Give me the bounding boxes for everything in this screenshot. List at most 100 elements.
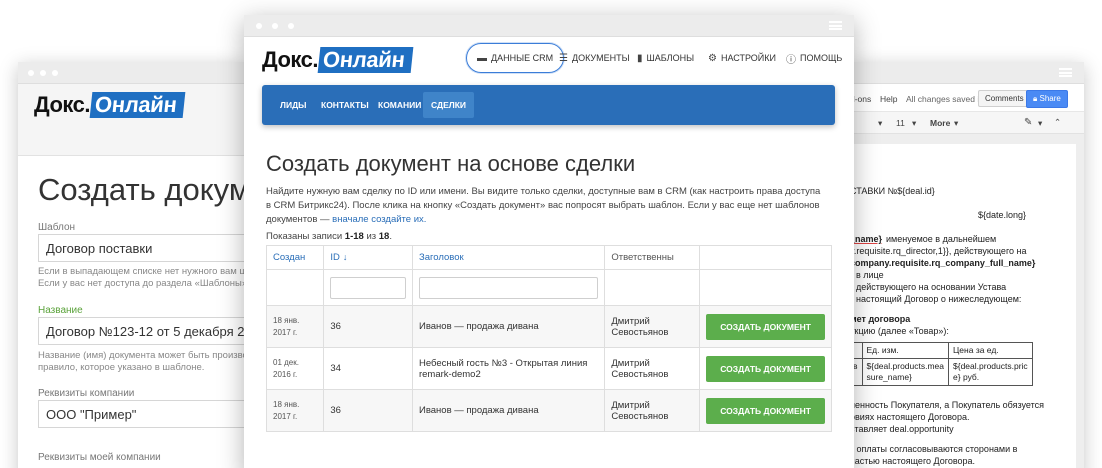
intro-text: Найдите нужную вам сделку по ID или имен…: [266, 185, 826, 227]
table-cell: Ед. изм.: [861, 342, 950, 359]
column-label: ID: [330, 252, 340, 263]
document-canvas: СТАВКИ №${deal.id} ${date.long} _name} и…: [848, 134, 1084, 468]
tab-companies[interactable]: КОМАНИИ: [378, 85, 421, 125]
window-dot: [52, 70, 58, 76]
title-cell: Небесный гость №3 - Открытая линия remar…: [411, 347, 606, 390]
font-size-select[interactable]: 11: [896, 118, 905, 128]
table-cell: [604, 269, 701, 306]
column-actions: [699, 245, 832, 270]
id-filter-input[interactable]: [330, 276, 406, 299]
title-cell: Иванов — продажа дивана: [411, 305, 606, 348]
chevron-down-icon[interactable]: ▾: [954, 118, 958, 129]
nav-label: ПОМОЩЬ: [800, 53, 843, 63]
share-label: Share: [1039, 94, 1061, 103]
logo[interactable]: Докс. Онлайн: [34, 92, 185, 118]
crm-subnav: ЛИДЫ КОНТАКТЫ КОМАНИИ СДЕЛКИ: [262, 85, 835, 125]
chevron-down-icon[interactable]: ▾: [1038, 118, 1042, 129]
pencil-icon[interactable]: ✎: [1024, 117, 1032, 128]
template-help: Если в выпадающем списке нет нужного вам…: [38, 266, 248, 277]
list-icon: ☰: [559, 52, 568, 64]
title-cell: Иванов — продажа дивана: [411, 389, 606, 432]
doc-text: y.requisite.rq_director,1}}, действующег…: [850, 246, 1027, 256]
table-cell: ${deal.products.mea sure_name}: [861, 358, 950, 386]
doc-text: СТАВКИ №${deal.id}: [850, 186, 935, 196]
table-row: 18 янв. 2017 г. 36 Иванов — продажа дива…: [265, 389, 832, 432]
tab-leads[interactable]: ЛИДЫ: [280, 85, 306, 125]
column-title[interactable]: Заголовок: [411, 245, 606, 270]
chevron-down-icon[interactable]: ▾: [912, 118, 916, 129]
name-help: правило, которое указано в шаблоне.: [38, 362, 205, 373]
page-title: Создать докум: [38, 172, 248, 207]
created-cell: 18 янв. 2017 г.: [265, 389, 325, 432]
column-id[interactable]: ID ↓: [323, 245, 413, 270]
name-label: Название: [38, 305, 83, 316]
logo-text: Докс.: [34, 92, 90, 117]
summary-text: Показаны записи: [266, 231, 345, 242]
company-select[interactable]: ООО "Пример": [38, 400, 248, 428]
doc-text: действующего на основании Устава: [856, 282, 1007, 292]
template-select[interactable]: Договор поставки: [38, 234, 248, 262]
summary-text: из: [363, 231, 379, 242]
doc-text: ненность Покупателя, а Покупатель обязуе…: [850, 400, 1045, 410]
menu-icon[interactable]: [829, 21, 842, 30]
nav-help[interactable]: ⓘ ПОМОЩЬ: [786, 43, 842, 73]
nav-templates[interactable]: ▮ ШАБЛОНЫ: [637, 43, 694, 73]
table-row: 18 янв. 2017 г. 36 Иванов — продажа дива…: [265, 305, 832, 348]
tab-contacts[interactable]: КОНТАКТЫ: [321, 85, 369, 125]
docs-menubar: d-ons Help All changes saved i... Commen…: [848, 84, 1084, 112]
name-input[interactable]: Договор №123-12 от 5 декабря 2016: [38, 317, 248, 345]
docs-toolbar: ▾ 11 ▾ More ▾ ✎ ▾ ⌃: [848, 112, 1084, 134]
nav-label: НАСТРОЙКИ: [720, 53, 776, 63]
action-cell: СОЗДАТЬ ДОКУМЕНТ: [699, 305, 832, 348]
window-dot: [40, 70, 46, 76]
nav-documents[interactable]: ☰ ДОКУМЕНТЫ: [559, 43, 630, 73]
nav-crm-data[interactable]: ▬ ДАННЫЕ CRM: [466, 43, 565, 73]
name-help: Название (имя) документа может быть прои…: [38, 350, 248, 361]
create-templates-link[interactable]: вначале создайте их.: [332, 214, 426, 225]
menu-help[interactable]: Help: [880, 94, 897, 104]
create-document-button[interactable]: СОЗДАТЬ ДОКУМЕНТ: [706, 397, 825, 424]
nav-settings[interactable]: ⚙ НАСТРОЙКИ: [708, 43, 776, 73]
comments-button[interactable]: Comments: [978, 90, 1031, 107]
doc-text: укцию (далее «Товар»):: [850, 326, 949, 336]
create-document-button[interactable]: СОЗДАТЬ ДОКУМЕНТ: [706, 313, 825, 340]
action-cell: СОЗДАТЬ ДОКУМЕНТ: [699, 389, 832, 432]
summary-total: 18: [378, 231, 390, 242]
window-dot: [272, 23, 278, 29]
doc-text: к оплаты согласовываются сторонами в: [850, 444, 1018, 454]
logo-text-highlight: Онлайн: [89, 92, 185, 118]
window-titlebar: [848, 62, 1084, 84]
more-button[interactable]: More: [930, 118, 950, 128]
tab-deals[interactable]: СДЕЛКИ: [423, 92, 475, 118]
logo[interactable]: Докс. Онлайн: [262, 47, 413, 73]
chat-icon: ▬: [477, 52, 487, 64]
doc-text: настоящий Договор о нижеследующем:: [856, 294, 1022, 304]
doc-text: мет договора: [850, 314, 911, 324]
doc-text: ${date.long}: [978, 210, 1027, 220]
document-page[interactable]: СТАВКИ №${deal.id} ${date.long} _name} и…: [848, 144, 1076, 468]
create-document-button[interactable]: СОЗДАТЬ ДОКУМЕНТ: [706, 355, 825, 382]
collapse-icon[interactable]: ⌃: [1054, 117, 1061, 128]
share-button[interactable]: 🔒︎ Share: [1026, 90, 1068, 108]
summary-range: 1-18: [344, 231, 364, 242]
doc-text: company.requisite.rq_company_full_name}: [850, 258, 1036, 268]
template-label: Шаблон: [38, 222, 76, 233]
stage: Докс. Онлайн Создать докум Шаблон Договор…: [0, 0, 1102, 468]
deals-table: Создан ID ↓ Заголовок Ответственны 18 янв…: [265, 245, 832, 432]
table-cell: [323, 269, 413, 306]
left-browser-window: Докс. Онлайн Создать докум Шаблон Договор…: [18, 62, 248, 468]
menu-icon[interactable]: [1059, 68, 1072, 77]
table-cell: ${deal.products.pric e} руб.: [948, 358, 1033, 386]
doc-text: в лице: [856, 270, 884, 280]
nav-label: ДАННЫЕ CRM: [491, 53, 554, 63]
window-dot: [28, 70, 34, 76]
main-browser-window: Докс. Онлайн ▬ ДАННЫЕ CRM ☰ ДОКУМЕНТЫ ▮ ШАБЛ…: [244, 15, 854, 468]
nav-label: ДОКУМЕНТЫ: [571, 53, 630, 63]
sort-icon: ↓: [342, 252, 348, 262]
table-row: 01 дек. 2016 г. 34 Небесный гость №3 - О…: [265, 347, 832, 390]
right-browser-window: d-ons Help All changes saved i... Commen…: [848, 62, 1084, 468]
title-filter-input[interactable]: [418, 276, 599, 299]
doc-text: частью настоящего Договора.: [850, 456, 976, 466]
font-family-dropdown-chevron-icon[interactable]: ▾: [878, 118, 882, 129]
column-created[interactable]: Создан: [265, 245, 325, 270]
